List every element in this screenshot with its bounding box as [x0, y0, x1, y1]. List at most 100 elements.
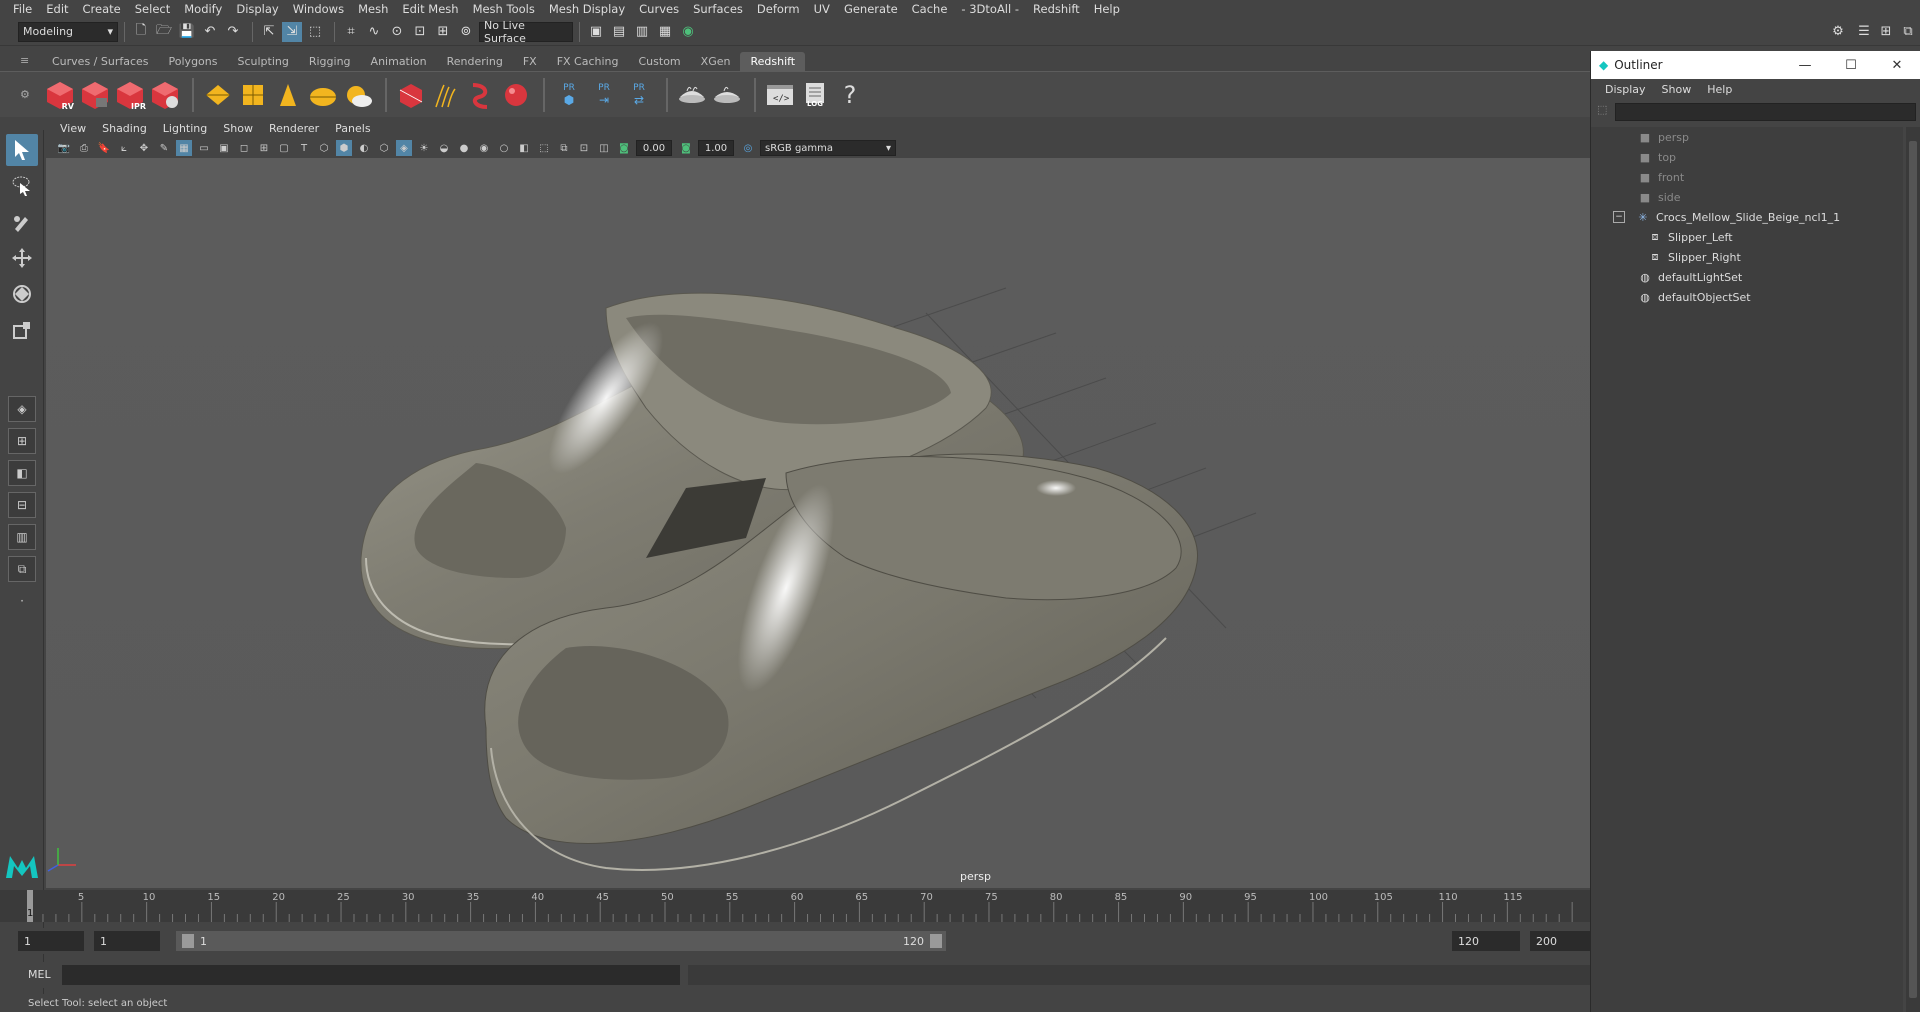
select-camera-icon[interactable]: 📷 — [56, 140, 72, 156]
redshift-settings-icon[interactable] — [149, 79, 181, 111]
menu-edit-mesh[interactable]: Edit Mesh — [395, 2, 465, 16]
shelf-tab-sculpting[interactable]: Sculpting — [227, 52, 298, 71]
menu-redshift[interactable]: Redshift — [1026, 2, 1087, 16]
collapse-layouts-icon[interactable]: · — [8, 588, 36, 614]
ipr-render-icon[interactable]: ▥ — [632, 22, 652, 42]
view-transform-dropdown[interactable]: sRGB gamma ▾ — [760, 140, 896, 156]
scale-tool-icon[interactable] — [6, 314, 38, 346]
render-frame-icon[interactable]: ▤ — [609, 22, 629, 42]
field-chart-icon[interactable]: ⊞ — [256, 140, 272, 156]
outliner-scrollbar[interactable] — [1906, 127, 1920, 1012]
wireframe-icon[interactable]: ⬡ — [316, 140, 332, 156]
new-scene-icon[interactable]: 🗋 — [131, 22, 151, 42]
menu-mesh-tools[interactable]: Mesh Tools — [466, 2, 542, 16]
redshift-dome-light-icon[interactable] — [307, 79, 339, 111]
two-pane-side-layout-icon[interactable]: ◧ — [8, 460, 36, 486]
menu-curves[interactable]: Curves — [632, 2, 686, 16]
tool-settings-icon[interactable]: ⊞ — [1876, 22, 1896, 42]
command-language-label[interactable]: MEL — [28, 968, 51, 981]
redshift-batch-icon[interactable] — [79, 79, 111, 111]
modeling-toolkit-icon[interactable]: ⚙ — [1828, 22, 1848, 42]
live-surface-field[interactable]: No Live Surface — [479, 19, 573, 45]
motion-blur-icon[interactable]: ◉ — [476, 140, 492, 156]
redshift-proxy-icon[interactable] — [395, 79, 427, 111]
shelf-tab-custom[interactable]: Custom — [629, 52, 691, 71]
outliner-menu-show[interactable]: Show — [1654, 83, 1700, 96]
close-icon[interactable]: ✕ — [1874, 58, 1920, 73]
menu-display[interactable]: Display — [229, 2, 285, 16]
panel-menu-lighting[interactable]: Lighting — [155, 122, 215, 135]
image-plane-icon[interactable]: ⟀ — [116, 140, 132, 156]
safe-action-icon[interactable]: ▢ — [276, 140, 292, 156]
menu-file[interactable]: File — [6, 2, 39, 16]
outliner-item-slipper-right[interactable]: ⧈ Slipper_Right — [1591, 247, 1903, 267]
depth-of-field-icon[interactable]: ◧ — [516, 140, 532, 156]
panel-menu-panels[interactable]: Panels — [327, 122, 378, 135]
menu-edit[interactable]: Edit — [39, 2, 75, 16]
redshift-ipr-icon[interactable]: IPR — [114, 79, 146, 111]
snap-point-icon[interactable]: ⊙ — [387, 22, 407, 42]
outliner-item-persp[interactable]: ■ persp — [1591, 127, 1903, 147]
persp-graph-layout-icon[interactable]: ⧉ — [8, 556, 36, 582]
shelf-tab-curves-surfaces[interactable]: Curves / Surfaces — [42, 52, 159, 71]
redshift-material-icon[interactable] — [676, 79, 708, 111]
grease-pencil-icon[interactable]: ✎ — [156, 140, 172, 156]
panel-menu-view[interactable]: View — [52, 122, 94, 135]
panel-menu-shading[interactable]: Shading — [94, 122, 155, 135]
render-view-icon[interactable]: ▣ — [586, 22, 606, 42]
undo-icon[interactable]: ↶ — [200, 22, 220, 42]
four-pane-layout-icon[interactable]: ⊞ — [8, 428, 36, 454]
single-pane-layout-icon[interactable]: ◈ — [8, 396, 36, 422]
menu-select[interactable]: Select — [128, 2, 177, 16]
outliner-persp-layout-icon[interactable]: ▥ — [8, 524, 36, 550]
maximize-icon[interactable]: ☐ — [1828, 58, 1874, 73]
exposure-icon[interactable]: ◙ — [616, 140, 632, 156]
redshift-log-icon[interactable]: LOG — [799, 79, 831, 111]
collapse-icon[interactable]: − — [1613, 211, 1625, 223]
outliner-item-group[interactable]: − ✳ Crocs_Mellow_Slide_Beige_ncl1_1 — [1591, 207, 1903, 227]
menu-modify[interactable]: Modify — [177, 2, 229, 16]
shelf-tab-animation[interactable]: Animation — [361, 52, 437, 71]
outliner-menu-display[interactable]: Display — [1597, 83, 1654, 96]
menu-3dtoall[interactable]: - 3DtoAll - — [954, 2, 1026, 16]
redshift-area-light-icon[interactable] — [202, 79, 234, 111]
redshift-ies-light-icon[interactable] — [272, 79, 304, 111]
xray-icon[interactable]: ◈ — [396, 140, 412, 156]
outliner-menu-help[interactable]: Help — [1699, 83, 1740, 96]
menu-generate[interactable]: Generate — [837, 2, 905, 16]
menu-help[interactable]: Help — [1087, 2, 1127, 16]
snap-view-icon[interactable]: ⊡ — [410, 22, 430, 42]
smooth-shade-icon[interactable]: ⬢ — [336, 140, 352, 156]
perspective-viewport[interactable] — [46, 158, 1590, 888]
redshift-portal-light-icon[interactable] — [237, 79, 269, 111]
exposure-field[interactable]: 0.00 — [636, 140, 672, 156]
command-input[interactable] — [62, 965, 680, 985]
rotate-tool-icon[interactable] — [6, 278, 38, 310]
menu-surfaces[interactable]: Surfaces — [686, 2, 750, 16]
use-all-lights-icon[interactable]: ☀ — [416, 140, 432, 156]
outliner-item-side[interactable]: ■ side — [1591, 187, 1903, 207]
end-time-field[interactable]: 200 — [1530, 931, 1590, 951]
playback-end-field[interactable]: 120 — [1452, 931, 1520, 951]
safe-title-icon[interactable]: T — [296, 140, 312, 156]
hypershade-icon[interactable]: ◉ — [678, 22, 698, 42]
redshift-material-assign-icon[interactable] — [711, 79, 743, 111]
resolution-gate-icon[interactable]: ▣ — [216, 140, 232, 156]
filter-icon[interactable]: ⬚ — [1597, 103, 1607, 116]
shelf-tab-rigging[interactable]: Rigging — [299, 52, 361, 71]
redshift-sphere-icon[interactable] — [500, 79, 532, 111]
menu-uv[interactable]: UV — [807, 2, 837, 16]
channel-box-icon[interactable]: ⧉ — [1898, 22, 1918, 42]
save-scene-icon[interactable]: 💾 — [177, 22, 197, 42]
anti-aliasing-icon[interactable]: ○ — [496, 140, 512, 156]
help-icon[interactable]: ? — [834, 79, 866, 111]
panel-menu-show[interactable]: Show — [215, 122, 261, 135]
render-settings-icon[interactable]: ▦ — [655, 22, 675, 42]
isolate-select-icon[interactable]: ⬚ — [536, 140, 552, 156]
color-management-icon[interactable]: ◎ — [740, 140, 756, 156]
outliner-item-light-set[interactable]: ◍ defaultLightSet — [1591, 267, 1903, 287]
outliner-item-object-set[interactable]: ◍ defaultObjectSet — [1591, 287, 1903, 307]
pr-object-properties-icon[interactable]: PR ⬢ — [553, 79, 585, 111]
menu-mesh-display[interactable]: Mesh Display — [542, 2, 632, 16]
snap-curve-icon[interactable]: ∿ — [364, 22, 384, 42]
